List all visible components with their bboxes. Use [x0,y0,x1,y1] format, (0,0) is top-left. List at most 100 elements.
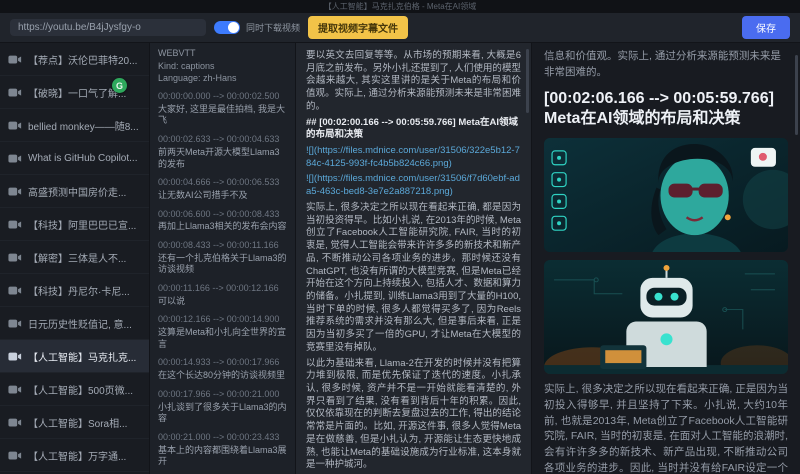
video-list-item[interactable]: What is GitHub Copilot... [0,142,149,175]
subtitle-cue[interactable]: 00:00:21.000 --> 00:00:23.433 基本上的内容都围绕着… [158,432,287,468]
cue-time: 00:00:12.166 --> 00:00:14.900 [158,314,287,326]
cue-text: 可以说 [158,296,287,308]
ai-woman-illustration [544,138,788,252]
video-list-item[interactable]: 【人工智能】马克扎克... [0,340,149,373]
cue-text: 在这个长达80分钟的访谈视频里 [158,370,287,382]
video-title: bellied monkey——随8... [28,118,139,133]
vtt-header-line: WEBVTT [158,48,287,60]
extract-subtitles-button[interactable]: 提取视频字幕文件 [308,16,408,39]
download-video-toggle[interactable] [214,21,240,34]
cue-time: 00:00:08.433 --> 00:00:11.166 [158,240,287,252]
video-list-item[interactable]: 高盛预测中国房价走... [0,175,149,208]
video-camera-icon [8,384,22,395]
video-list-item[interactable]: 【人工智能】500页微... [0,373,149,406]
video-camera-icon [8,153,22,164]
video-title: 【荐点】沃伦巴菲特20... [28,52,137,67]
cue-time: 00:00:11.166 --> 00:00:12.166 [158,283,287,295]
cue-text: 前两天Meta开源大模型Llama3的发布 [158,147,287,170]
video-list-item[interactable]: 【破晓】一口气了解... [0,76,149,109]
cue-list: 00:00:00.000 --> 00:00:02.500 大家好, 这里是最佳… [158,91,287,474]
video-camera-icon [8,285,22,296]
cue-text: 小扎谈到了很多关于Llama3的内容 [158,402,287,425]
video-camera-icon [8,219,22,230]
video-title: 【科技】阿里巴巴已宣... [28,217,136,232]
app-window: 【人工智能】马克扎克伯格 - Meta在AI领域 同时下载视频 提取视频字幕文件… [0,0,800,474]
video-list-sidebar: 【荐点】沃伦巴菲特20... 【破晓】一口气了解... bellie [0,43,150,474]
cue-text: 基本上的内容都围绕着Llama3展开 [158,445,287,468]
preview-body-text: 实际上, 很多决定之所以现在看起来正确, 正是因为当初投入得够早, 并且坚持了下… [544,382,788,474]
subtitle-cue[interactable]: 00:00:00.000 --> 00:00:02.500 大家好, 这里是最佳… [158,91,287,127]
video-list-item[interactable]: bellied monkey——随8... [0,109,149,142]
subtitle-cue[interactable]: 00:00:08.433 --> 00:00:11.166 还有一个扎克伯格关于… [158,240,287,276]
video-camera-icon [8,351,22,362]
save-button[interactable]: 保存 [742,16,790,39]
video-title: 【人工智能】500页微... [28,382,133,397]
markdown-notes-panel[interactable]: 要以英文去回复等等。从市场的预期来看, 大概是6月底之前发布。另外小扎还提到了,… [296,43,532,474]
subtitle-cue[interactable]: 00:00:17.966 --> 00:00:21.000 小扎谈到了很多关于L… [158,389,287,425]
video-title: 【人工智能】马克扎克... [28,349,136,364]
preview-panel[interactable]: 信息和价值观。实际上, 通过分析来源能预测未来是非常困难的。 [00:02:06… [532,43,800,474]
subtitle-cue[interactable]: 00:00:11.166 --> 00:00:12.166 可以说 [158,283,287,307]
subtitle-cue[interactable]: 00:00:06.600 --> 00:00:08.433 再加上Llama3相… [158,209,287,233]
video-list-item[interactable]: 【人工智能】Sora相... [0,406,149,439]
main-content: 【荐点】沃伦巴菲特20... 【破晓】一口气了解... bellie [0,43,800,474]
markdown-block: ![](https://files.mdnice.com/user/31506/… [306,173,521,198]
markdown-block: ![](https://files.mdnice.com/user/31506/… [306,145,521,170]
video-camera-icon [8,87,22,98]
toolbar: 同时下载视频 提取视频字幕文件 保存 [0,13,800,43]
cue-time: 00:00:17.966 --> 00:00:21.000 [158,389,287,401]
preview-intro-text: 信息和价值观。实际上, 通过分析来源能预测未来是非常困难的。 [544,49,788,81]
preview-scrollbar[interactable] [795,55,798,135]
cue-text: 再加上Llama3相关的发布会内容 [158,221,287,233]
video-list-item[interactable]: 【科技】丹尼尔·卡尼... [0,274,149,307]
cue-time: 00:00:06.600 --> 00:00:08.433 [158,209,287,221]
download-video-toggle-label: 同时下载视频 [246,21,300,34]
cue-time: 00:00:14.933 --> 00:00:17.966 [158,357,287,369]
cue-time: 00:00:02.633 --> 00:00:04.633 [158,134,287,146]
video-list-item[interactable]: 【荐点】沃伦巴菲特20... [0,43,149,76]
video-list-item[interactable]: 【科技】阿里巴巴已宣... [0,208,149,241]
preview-section-heading: [00:02:06.166 --> 00:05:59.766] Meta在AI领… [544,89,788,131]
video-camera-icon [8,417,22,428]
cue-text: 这算是Meta和小扎向全世界的宣言 [158,327,287,350]
video-title: 高盛预测中国房价走... [28,184,126,199]
video-title: 日元历史性贬值记, 意... [28,316,132,331]
window-title: 【人工智能】马克扎克伯格 - Meta在AI领域 [324,1,476,12]
cue-text: 大家好, 这里是最佳拍档, 我是大飞 [158,104,287,127]
cue-time: 00:00:00.000 --> 00:00:02.500 [158,91,287,103]
markdown-block: 要以英文去回复等等。从市场的预期来看, 大概是6月底之前发布。另外小扎还提到了,… [306,50,521,114]
main-scrollbar[interactable] [526,49,529,113]
g-badge[interactable]: G [112,78,127,93]
video-camera-icon [8,450,22,461]
window-titlebar: 【人工智能】马克扎克伯格 - Meta在AI领域 [0,0,800,13]
cue-text: 还有一个扎克伯格关于Llama3的访谈视频 [158,253,287,276]
video-camera-icon [8,54,22,65]
video-list-item[interactable]: 日元历史性贬值记, 意... [0,307,149,340]
ai-robot-illustration [544,260,788,374]
video-camera-icon [8,318,22,329]
url-input[interactable] [10,19,206,36]
vtt-header-line: Language: zh-Hans [158,73,287,85]
subtitle-source-panel[interactable]: WEBVTT Kind: captions Language: zh-Hans … [150,43,296,474]
video-list-item[interactable]: 【人工智能】万字通... [0,439,149,472]
markdown-block: 以此为基础来看, Llama-2在开发的时候并没有把算力堆到极限, 而是优先保证… [306,358,521,472]
vtt-header: WEBVTT Kind: captions Language: zh-Hans [158,48,287,85]
video-title: 【解密】三体是人不... [28,250,126,265]
video-title: 【科技】丹尼尔·卡尼... [28,283,130,298]
markdown-block: 实际上, 很多决定之所以现在看起来正确, 都是因为当初投资得早。比如小扎说, 在… [306,202,521,355]
cue-text: 让无数AI公司措手不及 [158,190,287,202]
cue-time: 00:00:21.000 --> 00:00:23.433 [158,432,287,444]
toggle-knob [228,22,239,33]
subtitle-cue[interactable]: 00:00:04.666 --> 00:00:06.533 让无数AI公司措手不… [158,177,287,201]
video-camera-icon [8,252,22,263]
video-title: What is GitHub Copilot... [28,153,137,164]
subtitle-cue[interactable]: 00:00:02.633 --> 00:00:04.633 前两天Meta开源大… [158,134,287,170]
markdown-block: ## [00:02:00.166 --> 00:05:59.766] Meta在… [306,117,521,142]
video-list-item[interactable]: 【解密】三体是人不... [0,241,149,274]
cue-time: 00:00:04.666 --> 00:00:06.533 [158,177,287,189]
subtitle-cue[interactable]: 00:00:12.166 --> 00:00:14.900 这算是Meta和小扎… [158,314,287,350]
video-title: 【人工智能】Sora相... [28,415,127,430]
subtitle-cue[interactable]: 00:00:14.933 --> 00:00:17.966 在这个长达80分钟的… [158,357,287,381]
video-camera-icon [8,186,22,197]
vtt-header-line: Kind: captions [158,61,287,73]
